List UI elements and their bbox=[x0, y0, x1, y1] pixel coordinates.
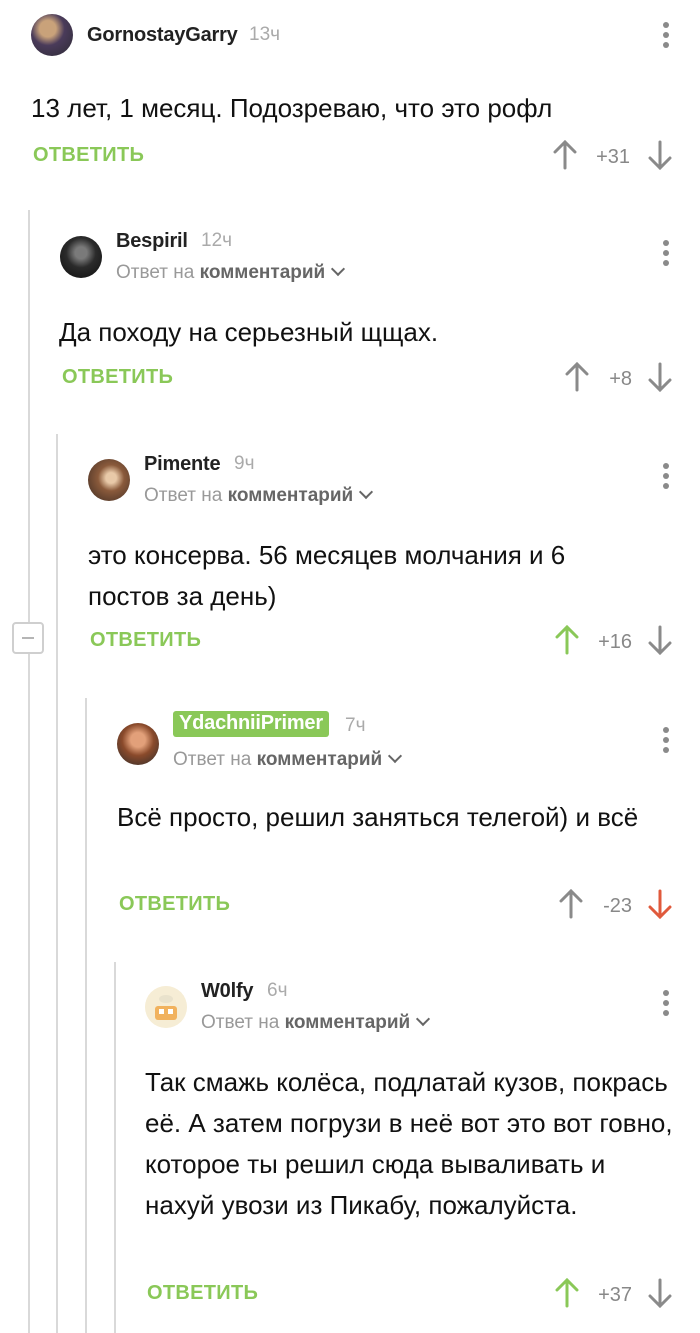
reply-to-link[interactable]: Ответ на комментарий bbox=[144, 484, 374, 507]
chevron-down-icon bbox=[388, 748, 403, 764]
collapse-thread-button[interactable] bbox=[12, 622, 44, 654]
thread-line-1 bbox=[28, 210, 30, 1333]
cat-icon bbox=[145, 986, 187, 1028]
comment-time: 12ч bbox=[201, 230, 233, 251]
username[interactable]: Pimente bbox=[144, 453, 221, 476]
reply-to-link[interactable]: Ответ на комментарий bbox=[201, 1011, 431, 1034]
comment-time: 6ч bbox=[267, 980, 288, 1001]
downvote-icon[interactable] bbox=[647, 625, 673, 655]
comment-text: Так смажь колёса, подлатай кузов, покрас… bbox=[145, 1067, 673, 1220]
more-options-icon[interactable] bbox=[663, 463, 669, 493]
username-badge[interactable]: YdachniiPrimer bbox=[173, 711, 329, 737]
comment-text: 13 лет, 1 месяц. Подозреваю, что это роф… bbox=[31, 93, 553, 123]
username[interactable]: GornostayGarry bbox=[87, 24, 238, 47]
comment-time: 13ч bbox=[249, 24, 281, 45]
avatar[interactable] bbox=[117, 723, 159, 765]
rating: -23 bbox=[603, 895, 632, 917]
comment: Pimente 9ч Ответ на комментарий это конс… bbox=[88, 453, 700, 669]
avatar[interactable] bbox=[145, 986, 187, 1028]
more-options-icon[interactable] bbox=[663, 727, 669, 757]
rating: +37 bbox=[598, 1284, 632, 1306]
comment-time: 7ч bbox=[345, 715, 366, 736]
downvote-icon[interactable] bbox=[647, 362, 673, 392]
comment-text: это консерва. 56 месяцев молчания и 6 по… bbox=[88, 540, 566, 611]
chevron-down-icon bbox=[331, 261, 346, 277]
thread-line-4 bbox=[114, 962, 116, 1333]
rating: +31 bbox=[596, 146, 630, 168]
reply-button[interactable]: ОТВЕТИТЬ bbox=[33, 144, 144, 167]
comment-text: Да походу на серьезный щщах. bbox=[59, 317, 439, 347]
comment: YdachniiPrimer 7ч Ответ на комментарий В… bbox=[117, 711, 700, 933]
reply-to-link[interactable]: Ответ на комментарий bbox=[173, 748, 403, 771]
downvote-icon[interactable] bbox=[647, 1278, 673, 1308]
rating: +8 bbox=[609, 368, 632, 390]
comment: GornostayGarry 13ч 13 лет, 1 месяц. Подо… bbox=[31, 14, 700, 184]
thread-line-3 bbox=[85, 698, 87, 1333]
avatar[interactable] bbox=[60, 236, 102, 278]
comment: W0lfy 6ч Ответ на комментарий Так смажь … bbox=[145, 980, 700, 1326]
chevron-down-icon bbox=[416, 1011, 431, 1027]
more-options-icon[interactable] bbox=[663, 990, 669, 1020]
chevron-down-icon bbox=[359, 484, 374, 500]
comment: Bespiril 12ч Ответ на комментарий Да пох… bbox=[59, 230, 700, 406]
upvote-icon[interactable] bbox=[552, 140, 578, 170]
comment-time: 9ч bbox=[234, 453, 255, 474]
reply-button[interactable]: ОТВЕТИТЬ bbox=[62, 366, 173, 389]
avatar[interactable] bbox=[31, 14, 73, 56]
reply-button[interactable]: ОТВЕТИТЬ bbox=[119, 893, 230, 916]
downvote-icon[interactable] bbox=[647, 140, 673, 170]
upvote-icon[interactable] bbox=[554, 625, 580, 655]
comment-text: Всё просто, решил заняться телегой) и вс… bbox=[117, 802, 639, 832]
reply-button[interactable]: ОТВЕТИТЬ bbox=[147, 1282, 258, 1305]
thread-line-2 bbox=[56, 434, 58, 1333]
more-options-icon[interactable] bbox=[663, 240, 669, 270]
reply-to-link[interactable]: Ответ на комментарий bbox=[116, 261, 346, 284]
more-options-icon[interactable] bbox=[663, 22, 669, 52]
avatar[interactable] bbox=[88, 459, 130, 501]
reply-button[interactable]: ОТВЕТИТЬ bbox=[90, 629, 201, 652]
rating: +16 bbox=[598, 631, 632, 653]
upvote-icon[interactable] bbox=[554, 1278, 580, 1308]
username[interactable]: W0lfy bbox=[201, 980, 254, 1003]
username[interactable]: Bespiril bbox=[116, 230, 188, 253]
downvote-icon[interactable] bbox=[647, 889, 673, 919]
upvote-icon[interactable] bbox=[558, 889, 584, 919]
